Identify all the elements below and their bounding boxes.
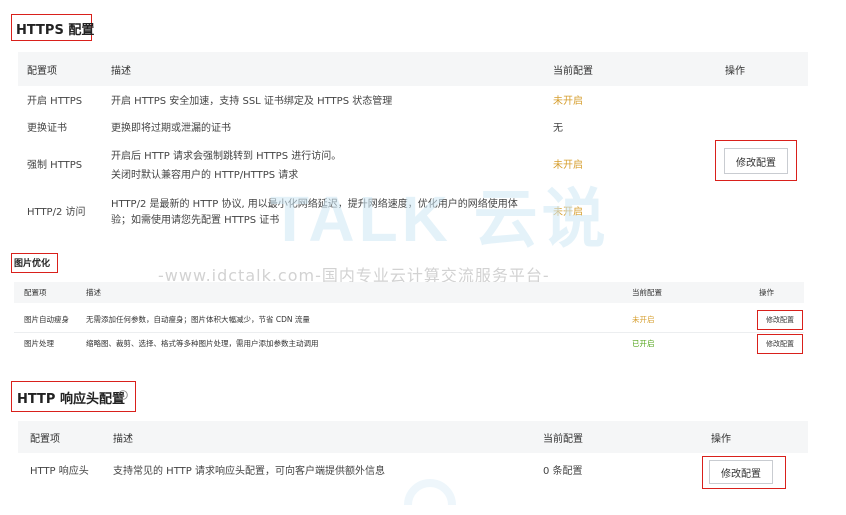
https-col-item: 配置项 xyxy=(27,66,57,77)
https-row-name: HTTP/2 访问 xyxy=(27,207,86,218)
https-col-action: 操作 xyxy=(725,66,745,77)
https-row-name: 强制 HTTPS xyxy=(27,160,83,171)
watermark-logo-bottom xyxy=(400,470,460,515)
https-section-title: HTTPS 配置 xyxy=(16,23,95,38)
header-table-header xyxy=(18,421,808,453)
https-row-name: 开启 HTTPS xyxy=(27,96,83,107)
image-section-title: 图片优化 xyxy=(14,259,51,269)
modify-config-button[interactable]: 修改配置 xyxy=(724,148,788,174)
header-section-title: HTTP 响应头配置 xyxy=(17,392,125,407)
https-col-status: 当前配置 xyxy=(553,66,593,77)
image-row-name: 图片处理 xyxy=(24,339,54,348)
image-col-action: 操作 xyxy=(759,288,774,297)
watermark-logo: TALK 云说 xyxy=(270,183,610,255)
header-col-status: 当前配置 xyxy=(543,434,583,445)
https-table-header xyxy=(18,52,808,86)
row-divider xyxy=(14,332,804,333)
modify-config-button[interactable]: 修改配置 xyxy=(760,313,800,327)
modify-config-button[interactable]: 修改配置 xyxy=(709,460,773,484)
https-row-desc: 验；如需使用请您先配置 HTTPS 证书 xyxy=(111,215,280,226)
https-row-desc: 更换即将过期或泄漏的证书 xyxy=(111,123,231,134)
status-badge: 未开启 xyxy=(632,315,655,324)
image-col-item: 配置项 xyxy=(24,288,47,297)
status-badge: 已开启 xyxy=(632,339,655,348)
image-row-name: 图片自动瘦身 xyxy=(24,315,69,324)
status-badge: 未开启 xyxy=(553,96,583,107)
status-badge: 无 xyxy=(553,123,563,134)
header-col-item: 配置项 xyxy=(30,434,60,445)
status-badge: 0 条配置 xyxy=(543,466,583,477)
image-col-desc: 描述 xyxy=(86,288,101,297)
header-row-name: HTTP 响应头 xyxy=(30,466,89,477)
header-col-desc: 描述 xyxy=(113,434,133,445)
https-col-desc: 描述 xyxy=(111,66,131,77)
header-row-desc: 支持常见的 HTTP 请求响应头配置，可向客户端提供额外信息 xyxy=(113,466,385,477)
https-row-desc: 开启后 HTTP 请求会强制跳转到 HTTPS 进行访问。 xyxy=(111,151,342,162)
image-col-status: 当前配置 xyxy=(632,288,662,297)
image-table-header xyxy=(14,282,804,303)
https-row-desc: 开启 HTTPS 安全加速，支持 SSL 证书绑定及 HTTPS 状态管理 xyxy=(111,96,393,107)
image-row-desc: 缩略图、裁剪、选择、格式等多种图片处理，需用户添加参数主动调用 xyxy=(86,339,319,348)
https-row-name: 更换证书 xyxy=(27,123,67,134)
image-row-desc: 无需添加任何参数，自动瘦身；图片体积大幅减少，节省 CDN 流量 xyxy=(86,315,310,324)
info-circle-icon[interactable] xyxy=(118,390,128,400)
modify-config-button[interactable]: 修改配置 xyxy=(760,337,800,351)
header-col-action: 操作 xyxy=(711,434,731,445)
